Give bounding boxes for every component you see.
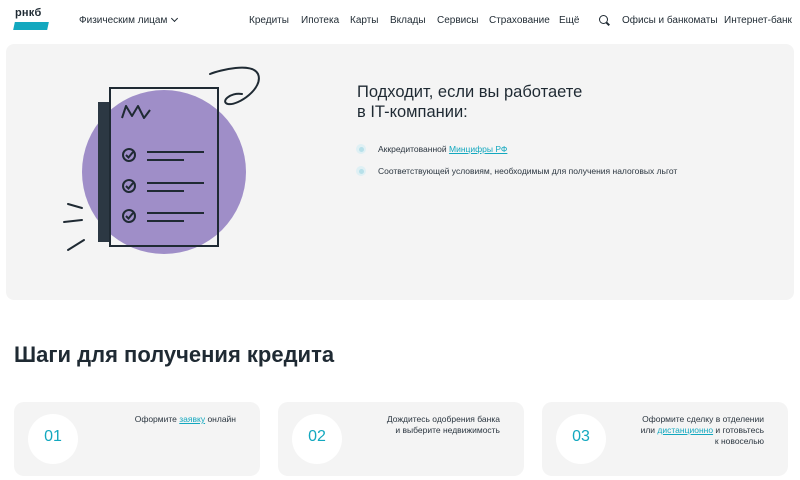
hero-title-line1: Подходит, если вы работаете [357, 83, 583, 101]
site-header: рнкб Физическим лицам Кредиты Ипотека Ка… [0, 0, 800, 42]
step-number-circle: 02 [292, 414, 342, 464]
application-link[interactable]: заявку [179, 414, 205, 424]
it-conditions-card: Подходит, если вы работаете в IT-компани… [6, 44, 794, 300]
search-icon[interactable] [599, 15, 608, 24]
remote-link[interactable]: дистанционно [657, 425, 713, 435]
logo-text: рнкб [15, 7, 42, 19]
nav-cards[interactable]: Карты [350, 15, 379, 26]
nav-internet-bank[interactable]: Интернет-банк [724, 15, 792, 26]
condition-text: Соответствующей условиям, необходимым дл… [378, 166, 678, 176]
step-text: Оформите заявку онлайн [76, 414, 236, 425]
step-text-line: к новоселью [714, 436, 764, 446]
step-text-part: Оформите [134, 414, 180, 424]
bank-logo[interactable]: рнкб [13, 7, 49, 33]
step-text-line: Оформите сделку в отделении [642, 414, 764, 424]
step-text-line: и выберите недвижимость [395, 425, 500, 435]
steps-section-title: Шаги для получения кредита [14, 342, 335, 367]
nav-offices-atms[interactable]: Офисы и банкоматы [622, 15, 718, 26]
segment-label: Физическим лицам [79, 15, 168, 26]
hero-title-line2: в IT-компании: [357, 103, 468, 121]
step-text-line: или дистанционно и готовьтесь [604, 425, 764, 436]
hero-title: Подходит, если вы работаете в IT-компани… [357, 82, 637, 122]
step-number: 02 [308, 428, 326, 445]
checklist-document-icon [63, 66, 260, 254]
step-text-part: и готовьтесь [713, 425, 764, 435]
segment-selector[interactable]: Физическим лицам [79, 14, 179, 26]
nav-more[interactable]: Ещё [559, 15, 579, 26]
step-text-part: или [640, 425, 658, 435]
bullet-dot-icon [356, 144, 366, 154]
motion-strokes [63, 203, 85, 251]
logo-bar [13, 22, 49, 30]
bullet-dot-icon [356, 166, 366, 176]
step-card-1: 01 Оформите заявку онлайн [14, 402, 260, 476]
nav-services[interactable]: Сервисы [437, 15, 478, 26]
mintsifry-link[interactable]: Минцифры РФ [449, 144, 507, 154]
nav-mortgage[interactable]: Ипотека [301, 15, 339, 26]
step-number-circle: 01 [28, 414, 78, 464]
nav-credits[interactable]: Кредиты [249, 15, 289, 26]
nav-deposits[interactable]: Вклады [390, 15, 426, 26]
step-card-2: 02 Дождитесь одобрения банка и выберите … [278, 402, 524, 476]
nav-insurance[interactable]: Страхование [489, 15, 550, 26]
step-text: Оформите сделку в отделении или дистанци… [604, 414, 764, 447]
step-text-line: Дождитесь одобрения банка [386, 414, 500, 424]
condition-text: Аккредитованной [378, 144, 449, 154]
step-text-part: онлайн [205, 414, 236, 424]
step-card-3: 03 Оформите сделку в отделении или диста… [542, 402, 788, 476]
step-text: Дождитесь одобрения банка и выберите нед… [340, 414, 500, 436]
step-number-circle: 03 [556, 414, 606, 464]
step-number: 01 [44, 428, 62, 445]
step-number: 03 [572, 428, 590, 445]
chevron-down-icon [171, 14, 179, 23]
